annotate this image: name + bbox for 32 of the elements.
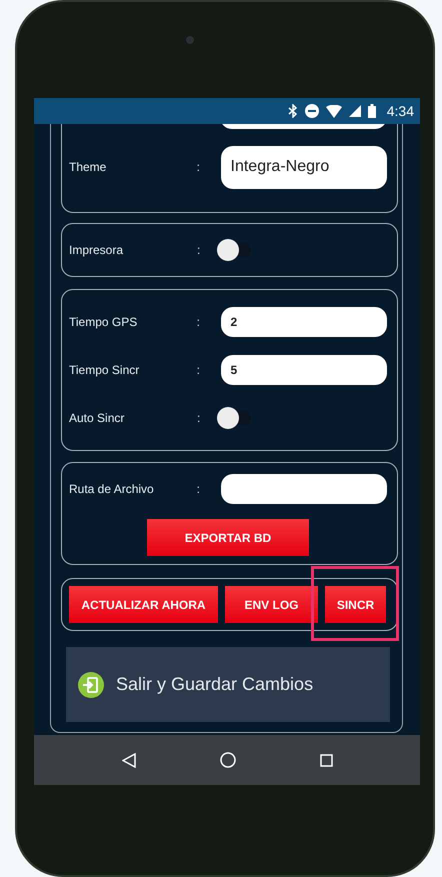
- exit-button[interactable]: Salir y Guardar Cambios: [66, 647, 390, 722]
- clock: 4:34: [386, 103, 414, 119]
- toggle-label: Impresora: [69, 243, 124, 257]
- colon: :: [196, 363, 201, 377]
- input-field[interactable]: [220, 474, 387, 504]
- field-label: Theme: [69, 160, 108, 174]
- recents-icon[interactable]: [320, 754, 332, 766]
- wifi-icon: [326, 104, 342, 118]
- action-button[interactable]: ACTUALIZAR AHORA: [69, 586, 218, 623]
- do-not-disturb-icon: [304, 104, 319, 118]
- camera-icon: [186, 36, 194, 44]
- home-icon[interactable]: [220, 752, 236, 768]
- colon: :: [196, 160, 201, 174]
- input-field[interactable]: 2: [220, 307, 387, 337]
- input-field[interactable]: Integra-Negro: [220, 146, 387, 188]
- action-button[interactable]: ENV LOG: [225, 586, 318, 623]
- colon: :: [196, 482, 201, 496]
- back-icon[interactable]: [122, 752, 136, 768]
- action-button[interactable]: SINCR: [325, 586, 386, 623]
- bluetooth-icon: [288, 104, 298, 118]
- colon: :: [197, 243, 202, 257]
- colon: :: [197, 411, 202, 425]
- field-label: Tiempo Sincr: [69, 363, 140, 377]
- input-field[interactable]: 5: [220, 355, 387, 385]
- exit-icon: [78, 672, 104, 698]
- battery-icon: [368, 104, 376, 118]
- signal-icon: [348, 105, 361, 117]
- export-button[interactable]: EXPORTAR BD: [147, 519, 309, 556]
- field-label: Ruta de Archivo: [69, 482, 155, 496]
- field-label: Tiempo GPS: [69, 315, 138, 329]
- colon: :: [196, 315, 201, 329]
- toggle-label: Auto Sincr: [69, 411, 126, 425]
